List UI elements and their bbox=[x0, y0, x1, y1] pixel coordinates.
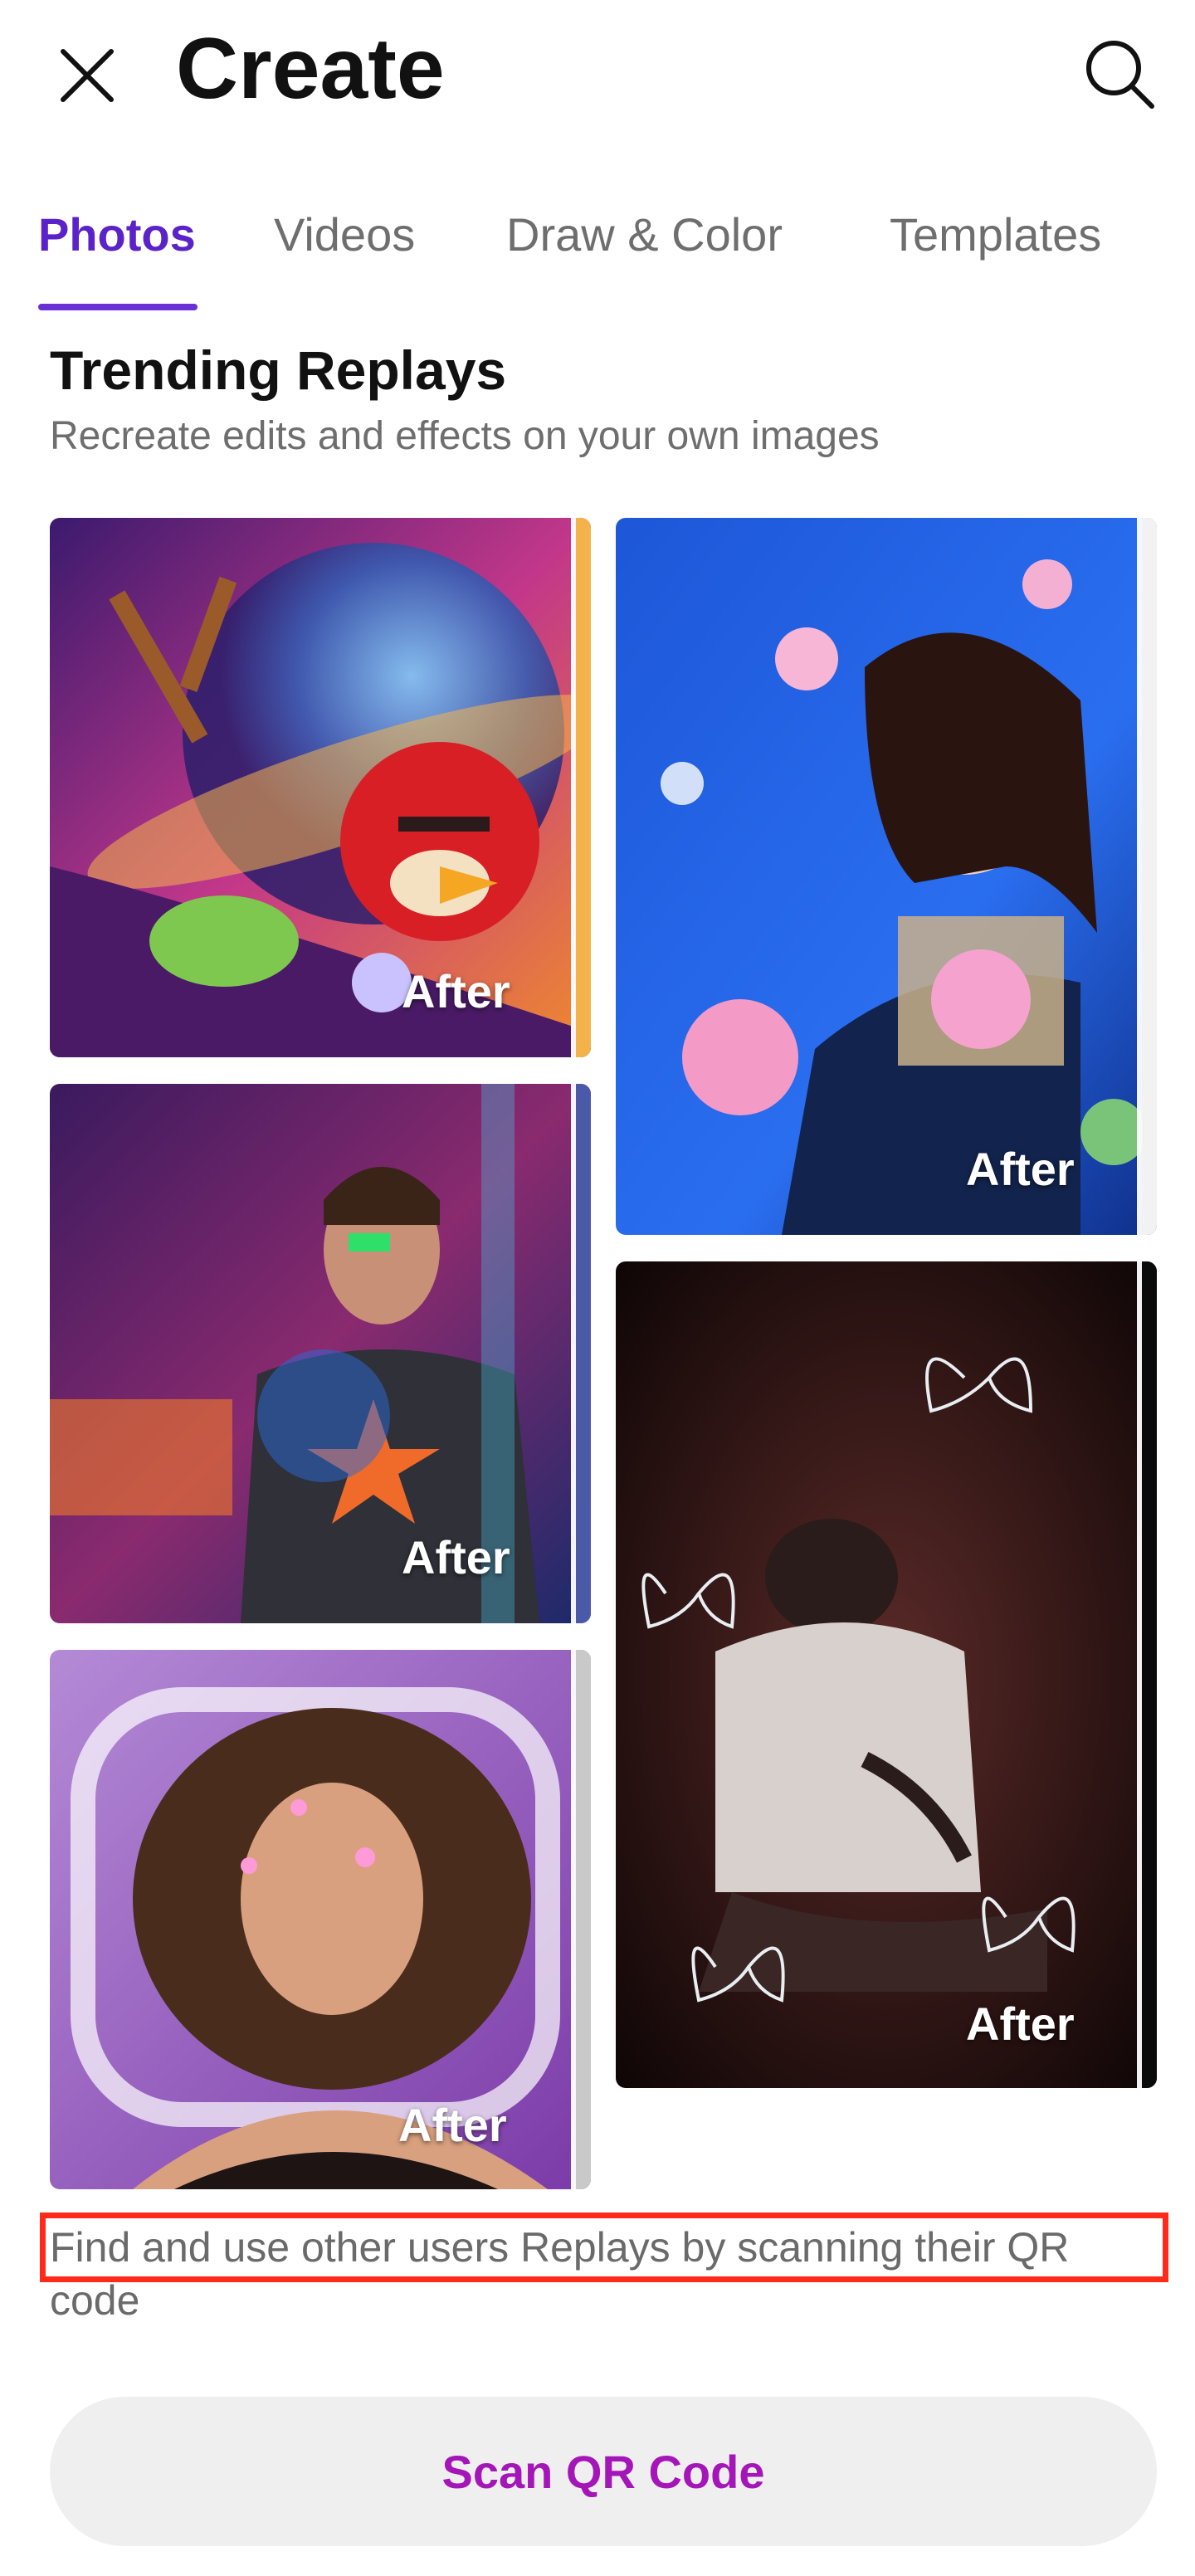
replay-card-angry-bird[interactable]: After bbox=[50, 518, 591, 1057]
before-strip bbox=[576, 1650, 591, 2189]
before-strip bbox=[1142, 518, 1157, 1235]
replay-card-cyber[interactable]: After bbox=[50, 1084, 591, 1623]
replay-thumbnail bbox=[616, 1261, 1157, 2088]
tab-templates[interactable]: Templates bbox=[890, 207, 1101, 261]
after-label: After bbox=[966, 1143, 1075, 1195]
close-icon bbox=[61, 49, 114, 102]
tab-videos[interactable]: Videos bbox=[274, 207, 415, 261]
section-title: Trending Replays bbox=[50, 339, 507, 401]
search-icon bbox=[1086, 41, 1154, 109]
create-screen: Create Photos Videos Draw & Color Templa… bbox=[0, 0, 1195, 2576]
header: Create bbox=[0, 0, 1195, 141]
replay-thumbnail bbox=[50, 1650, 591, 2189]
before-strip bbox=[576, 1084, 591, 1623]
active-tab-indicator bbox=[38, 304, 198, 310]
after-label: After bbox=[402, 965, 510, 1017]
after-label: After bbox=[398, 2099, 507, 2151]
tab-bar: Photos Videos Draw & Color Templates bbox=[0, 199, 1195, 315]
before-strip bbox=[576, 518, 591, 1057]
scan-qr-code-label: Scan QR Code bbox=[441, 2445, 765, 2498]
after-label: After bbox=[402, 1531, 510, 1583]
tab-draw-color[interactable]: Draw & Color bbox=[506, 207, 783, 261]
page-title: Create bbox=[176, 21, 445, 117]
replay-card-curly-girl[interactable]: After bbox=[50, 1650, 591, 2189]
replay-card-butterflies[interactable]: After bbox=[616, 1261, 1157, 2088]
close-button[interactable] bbox=[50, 38, 124, 113]
qr-info-text: Find and use other users Replays by scan… bbox=[50, 2224, 1070, 2324]
replay-card-roses[interactable]: After bbox=[616, 518, 1157, 1235]
section-subtitle: Recreate edits and effects on your own i… bbox=[50, 414, 880, 458]
before-strip bbox=[1142, 1261, 1157, 2088]
after-label: After bbox=[966, 1998, 1075, 2050]
tab-photos[interactable]: Photos bbox=[38, 207, 196, 261]
search-button[interactable] bbox=[1079, 33, 1162, 116]
scan-qr-code-button[interactable]: Scan QR Code bbox=[50, 2397, 1157, 2546]
replay-thumbnail bbox=[616, 518, 1157, 1235]
